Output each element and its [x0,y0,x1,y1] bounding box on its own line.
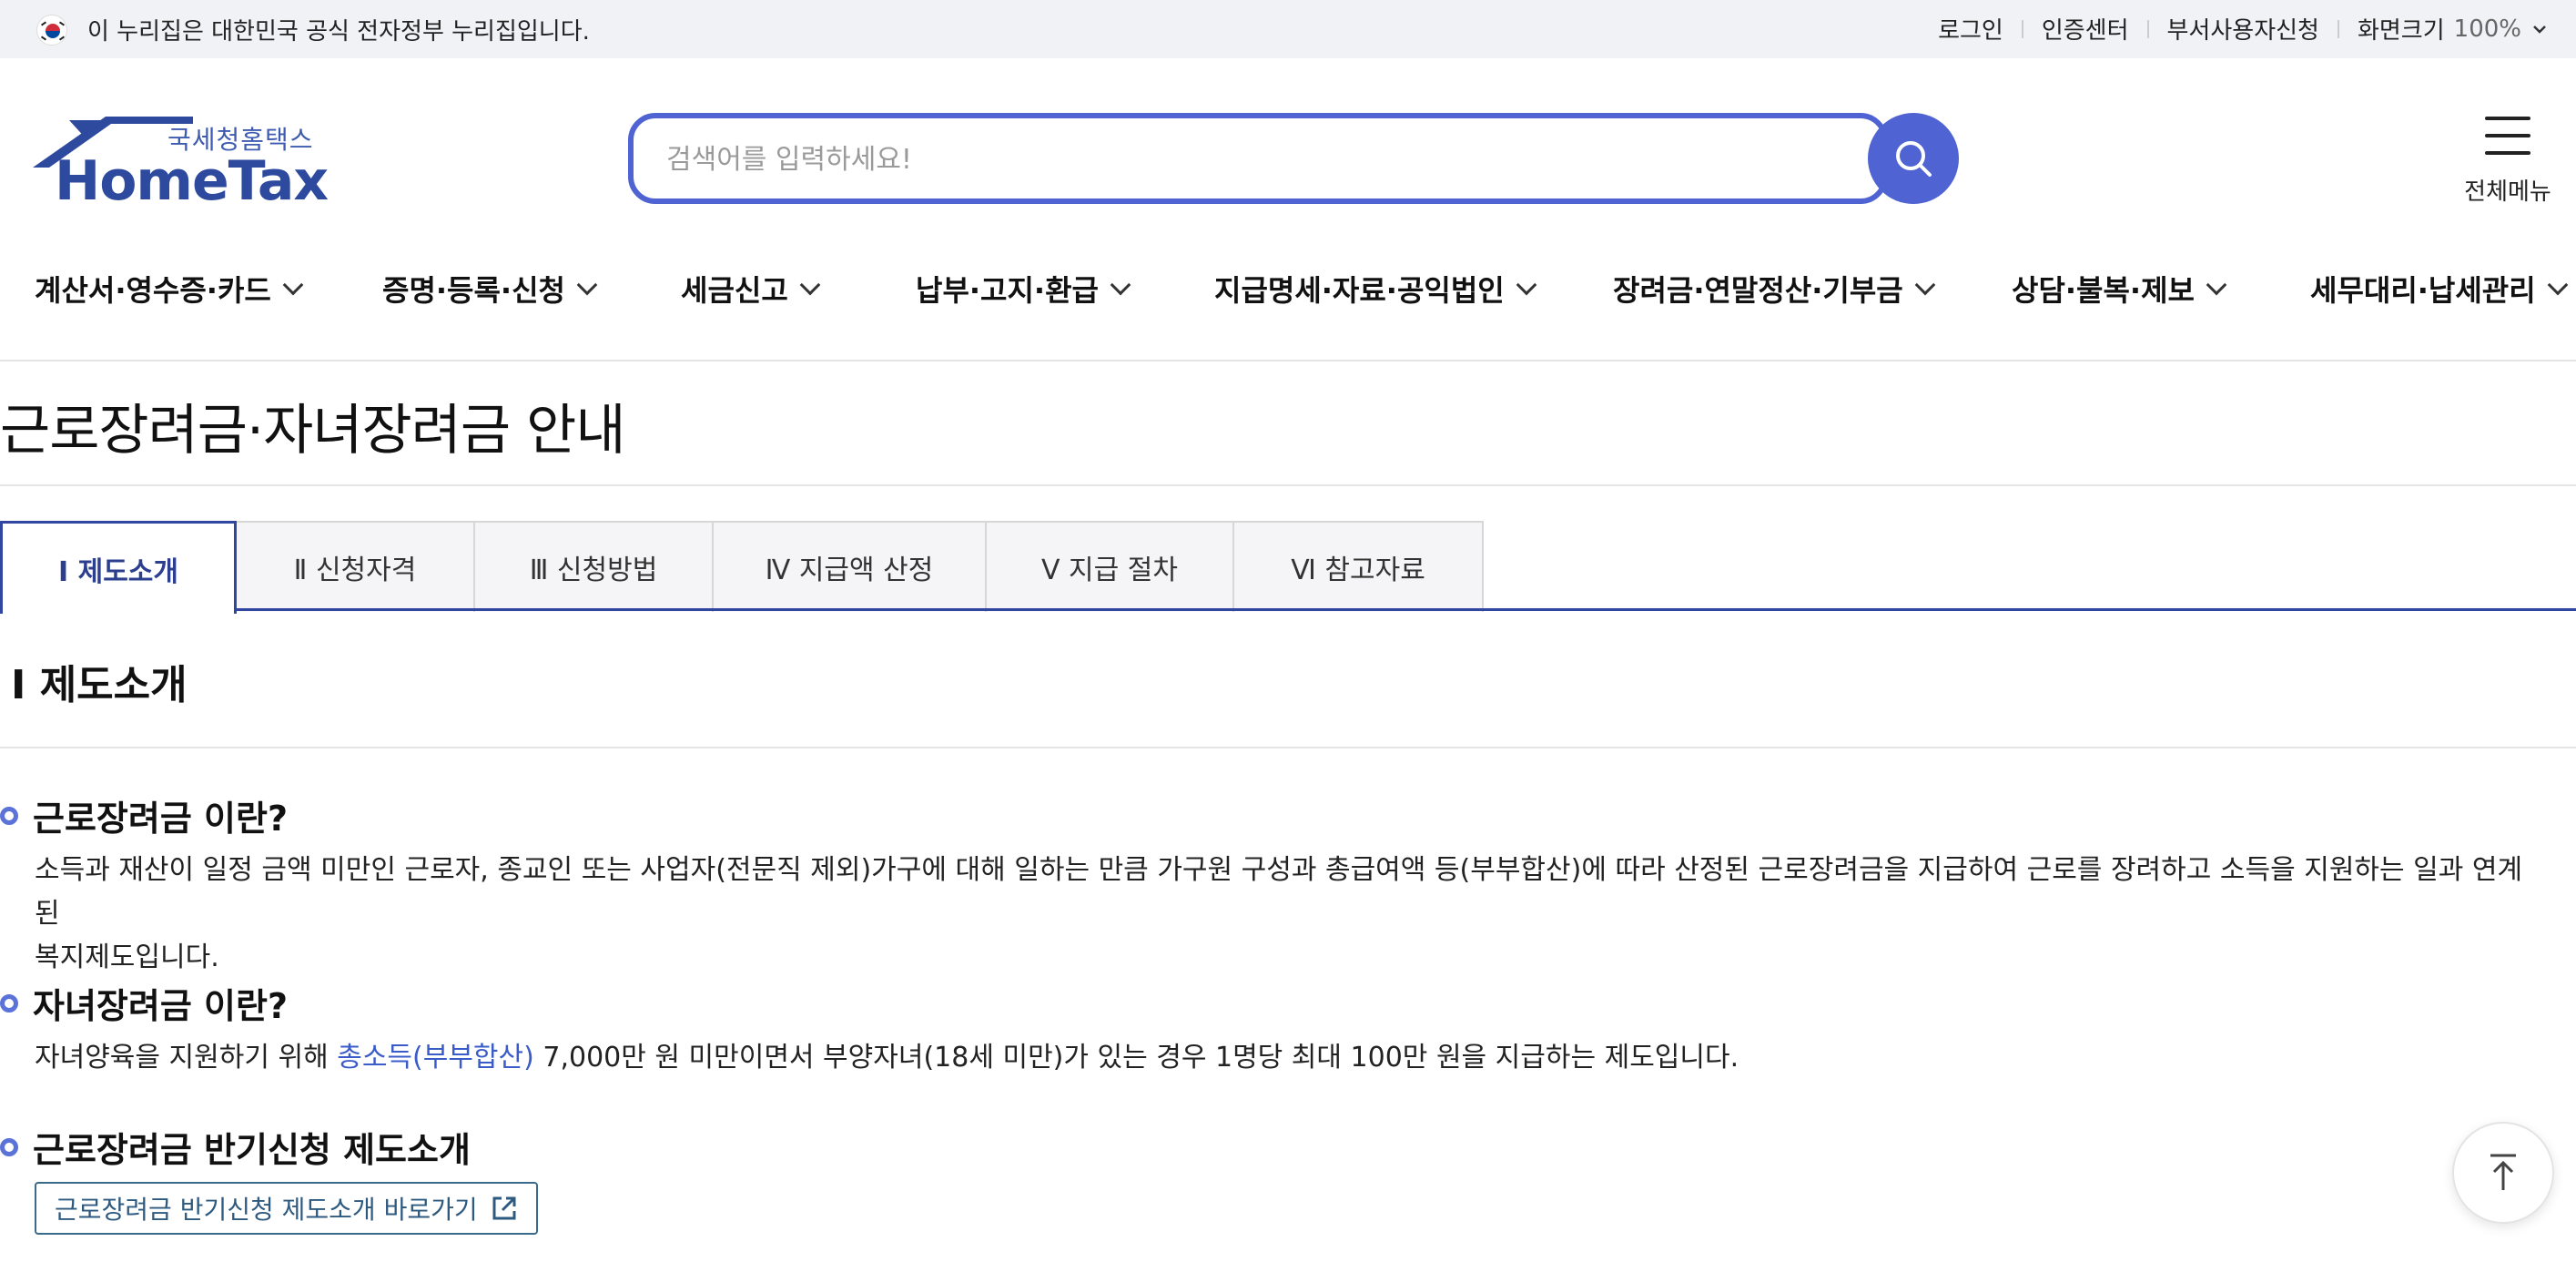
external-link-icon [492,1196,516,1220]
gnb-item-tax-agent[interactable]: 세무대리·납세관리 [2310,268,2569,310]
gnb-item-label: 세금신고 [681,273,788,308]
heading-text: 자녀장려금 이란? [33,986,288,1026]
gnb-item-label: 세무대리·납세관리 [2310,273,2536,308]
page-title: 근로장려금·자녀장려금 안내 [0,399,626,463]
main-navigation: 계산서·영수증·카드 증명·등록·신청 세금신고 납부·고지·환급 지급명세·자… [0,259,2576,359]
gnb-item-invoice[interactable]: 계산서·영수증·카드 [35,268,304,310]
certificate-center-link[interactable]: 인증센터 [2042,12,2129,46]
divider [0,484,2576,486]
chevron-down-icon [576,274,598,296]
tab-intro[interactable]: Ⅰ 제도소개 [0,521,237,614]
circle-bullet-icon [0,993,18,1013]
gnb-item-consulting[interactable]: 상담·불복·제보 [2012,268,2227,310]
heading-child-tax-credit: 자녀장려금 이란? [0,978,288,1028]
zoom-label: 화면크기 [2357,17,2445,45]
chevron-down-icon [1914,274,1936,296]
paragraph-line: 소득과 재산이 일정 금액 미만인 근로자, 종교인 또는 사업자(전문직 제외… [35,854,2523,930]
chevron-down-icon [2206,274,2227,296]
paragraph-earned-income-credit: 소득과 재산이 일정 금액 미만인 근로자, 종교인 또는 사업자(전문직 제외… [35,849,2547,980]
paragraph-text: 7,000만 원 미만이면서 부양자녀(18세 미만)가 있는 경우 1명당 최… [533,1042,1739,1074]
korea-flag-icon [36,15,67,46]
gnb-item-label: 상담·불복·제보 [2012,273,2195,308]
paragraph-child-tax-credit: 자녀양육을 지원하기 위해 총소득(부부합산) 7,000만 원 미만이면서 부… [35,1036,2547,1080]
hometax-logo[interactable]: 국세청홈택스 HomeTax [33,117,329,213]
divider [2021,19,2023,38]
gnb-item-label: 납부·고지·환급 [916,273,1099,308]
gnb-item-statement[interactable]: 지급명세·자료·공익법인 [1214,268,1537,310]
divider [2337,19,2339,38]
tab-apply-method[interactable]: Ⅲ 신청방법 [473,521,714,612]
all-menu-button[interactable]: 전체메뉴 [2458,113,2558,213]
total-income-link[interactable]: 총소득(부부합산) [337,1042,534,1074]
chevron-down-icon [1110,274,1131,296]
zoom-control[interactable]: 화면크기 100% [2358,12,2549,46]
all-menu-label: 전체메뉴 [2464,178,2551,206]
gnb-item-incentive[interactable]: 장려금·연말정산·기부금 [1613,268,1936,310]
utility-links: 로그인 인증센터 부서사용자신청 화면크기 100% [1938,12,2549,46]
gnb-item-certificate[interactable]: 증명·등록·신청 [382,268,598,310]
gnb-item-label: 계산서·영수증·카드 [35,273,271,308]
section-title: Ⅰ 제도소개 [11,662,188,708]
gnb-item-tax-report[interactable]: 세금신고 [681,268,821,310]
link-button-label: 근로장려금 반기신청 제도소개 바로가기 [55,1195,478,1225]
circle-bullet-icon [0,1137,18,1156]
gnb-item-label: 장려금·연말정산·기부금 [1613,273,1903,308]
semiannual-intro-link-button[interactable]: 근로장려금 반기신청 제도소개 바로가기 [35,1182,538,1235]
heading-text: 근로장려금 반기신청 제도소개 [33,1130,471,1170]
tab-procedure[interactable]: Ⅴ 지급 절차 [985,521,1234,612]
chevron-down-icon [799,274,821,296]
chevron-down-icon [1516,274,1537,296]
dept-user-apply-link[interactable]: 부서사용자신청 [2167,12,2319,46]
tab-amount[interactable]: Ⅳ 지급액 산정 [712,521,987,612]
search-input[interactable] [666,137,1759,182]
paragraph-line: 복지제도입니다. [35,941,219,973]
gov-notice-bar: 이 누리집은 대한민국 공식 전자정부 누리집입니다. 로그인 인증센터 부서사… [0,0,2576,58]
logo-title: HomeTax [55,149,329,213]
login-link[interactable]: 로그인 [1938,12,2003,46]
tab-underline [0,608,2576,611]
circle-bullet-icon [0,806,18,825]
hamburger-icon [2485,117,2530,168]
scroll-to-top-button[interactable] [2452,1122,2554,1224]
gov-notice-text: 이 누리집은 대한민국 공식 전자정부 누리집입니다. [87,18,590,46]
gnb-item-payment[interactable]: 납부·고지·환급 [916,268,1131,310]
search-icon [1896,141,1932,177]
heading-text: 근로장려금 이란? [33,799,288,839]
search-button[interactable] [1868,113,1959,204]
divider [0,360,2576,361]
zoom-value: 100% [2453,15,2521,43]
chevron-down-icon [2533,25,2546,34]
gnb-item-label: 증명·등록·신청 [382,273,565,308]
divider [2146,19,2149,38]
divider [0,747,2576,748]
heading-earned-income-credit: 근로장려금 이란? [0,790,288,840]
tab-references[interactable]: Ⅵ 참고자료 [1232,521,1484,612]
search-box [628,113,1888,204]
paragraph-text: 자녀양육을 지원하기 위해 [35,1042,338,1074]
chevron-down-icon [282,274,304,296]
chevron-down-icon [2547,274,2569,296]
arrow-up-icon [2490,1154,2516,1190]
heading-semiannual: 근로장려금 반기신청 제도소개 [0,1122,471,1172]
tab-eligibility[interactable]: Ⅱ 신청자격 [235,521,475,612]
gnb-item-label: 지급명세·자료·공익법인 [1214,273,1505,308]
